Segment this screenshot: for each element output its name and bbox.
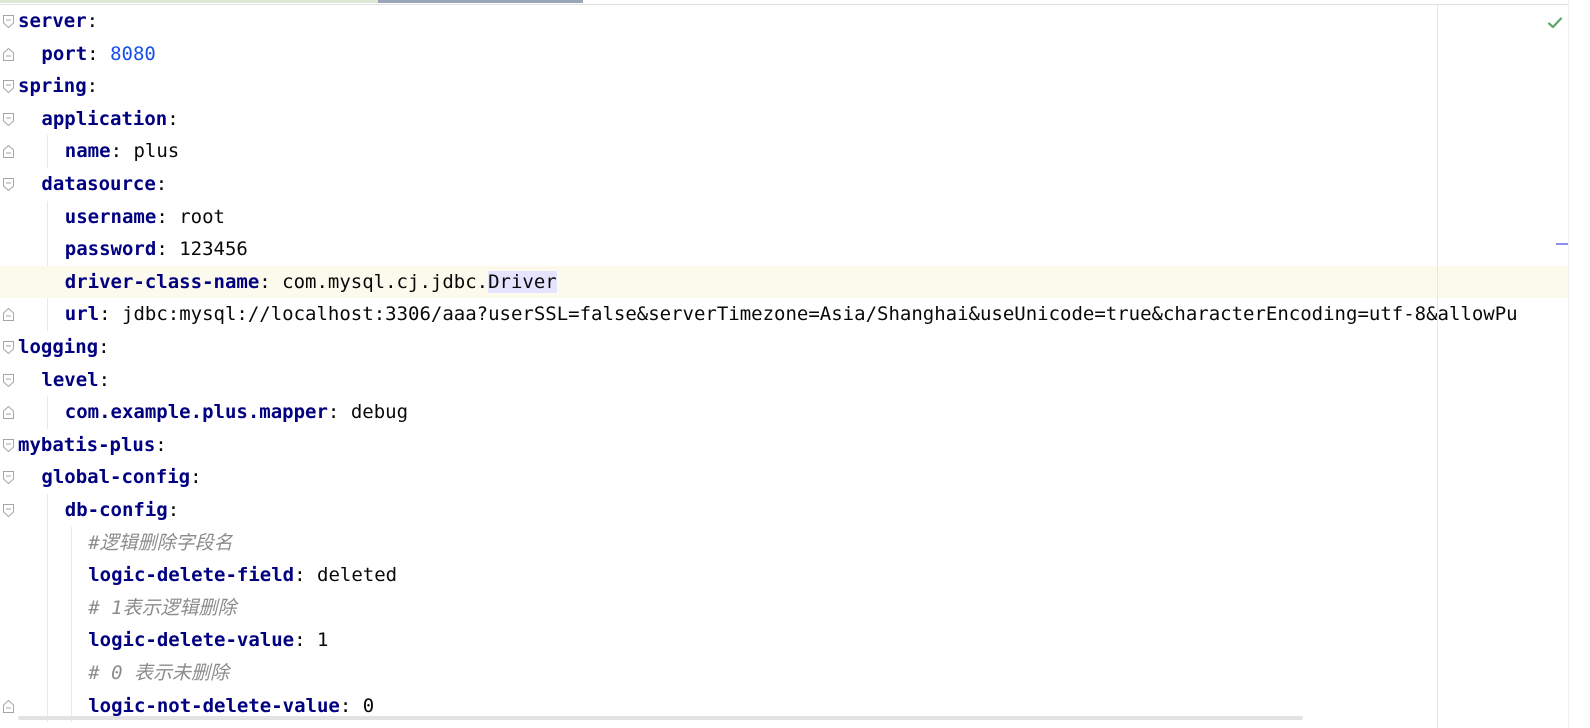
yaml-key: driver-class-name (64, 270, 260, 293)
fold-open-icon[interactable] (3, 80, 14, 94)
code-line[interactable]: global-config: (18, 461, 1568, 494)
yaml-key: application (41, 107, 168, 130)
fold-open-icon[interactable] (3, 112, 14, 126)
fold-open-icon[interactable] (3, 178, 14, 191)
yaml-key: logging (18, 336, 99, 358)
fold-open-icon[interactable] (3, 504, 14, 517)
yaml-colon: : (190, 466, 202, 489)
fold-close-icon[interactable] (3, 47, 14, 61)
code-line[interactable]: driver-class-name: com.mysql.cj.jdbc.Dri… (0, 265, 1568, 299)
yaml-comment: # 1表示逻辑删除 (88, 596, 237, 619)
comment-line[interactable]: # 1表示逻辑删除 (18, 592, 1568, 625)
yaml-value: plus (133, 140, 180, 163)
yaml-value: deleted (317, 564, 398, 587)
code-line[interactable]: db-config: (18, 494, 1568, 527)
yaml-key: server (18, 10, 87, 32)
yaml-colon: : (167, 499, 180, 521)
code-line[interactable]: logic-delete-field: deleted (18, 559, 1568, 592)
yaml-key: password (64, 238, 157, 261)
yaml-colon: : (155, 173, 168, 195)
highlighted-identifier: Driver (488, 270, 557, 293)
editor-gutter (0, 5, 18, 728)
yaml-colon: : (86, 10, 99, 32)
right-margin-guide (1437, 5, 1438, 728)
yaml-key: logic-not-delete-value (88, 694, 340, 717)
code-line[interactable]: password: 123456 (18, 233, 1568, 266)
yaml-key: username (64, 205, 157, 228)
code-line[interactable]: name: plus (18, 135, 1568, 168)
yaml-value: 0 (362, 694, 375, 717)
fold-open-icon[interactable] (3, 438, 14, 452)
fold-open-icon[interactable] (3, 471, 14, 485)
yaml-colon: : (156, 238, 168, 261)
yaml-colon: : (98, 336, 110, 358)
yaml-key: global-config (41, 466, 191, 489)
code-line[interactable]: url: jdbc:mysql://localhost:3306/aaa?use… (18, 298, 1568, 331)
yaml-key: db-config (64, 499, 168, 521)
comment-line[interactable]: #逻辑删除字段名 (18, 527, 1568, 560)
code-line[interactable]: server: (18, 5, 1568, 38)
yaml-colon: : (87, 42, 99, 65)
comment-line[interactable]: # 0 表示未删除 (18, 657, 1568, 690)
yaml-value: 1 (317, 629, 329, 652)
yaml-colon: : (327, 401, 340, 424)
code-line[interactable]: spring: (18, 70, 1568, 103)
code-line[interactable]: port: 8080 (18, 38, 1568, 71)
yaml-key: url (64, 303, 100, 326)
yaml-value: jdbc:mysql://localhost:3306/aaa?userSSL=… (122, 303, 1518, 326)
code-line[interactable]: level: (18, 364, 1568, 397)
yaml-colon: : (294, 629, 306, 652)
fold-close-icon[interactable] (3, 699, 14, 713)
yaml-comment: # 0 表示未删除 (88, 662, 229, 684)
yaml-colon: : (339, 694, 352, 717)
yaml-key: level (41, 368, 99, 391)
yaml-value: 8080 (110, 42, 156, 65)
tab-strip-active-segment (378, 0, 583, 3)
yaml-colon: : (86, 75, 99, 98)
code-editor[interactable]: server: port: 8080 spring: application: name… (0, 0, 1590, 728)
yaml-colon: : (98, 368, 111, 391)
yaml-value: 123456 (179, 238, 248, 261)
code-line[interactable]: username: root (18, 201, 1568, 234)
yaml-key: datasource (41, 173, 156, 195)
code-area[interactable]: server: port: 8080 spring: application: name… (0, 5, 1568, 728)
yaml-colon: : (110, 140, 123, 163)
code-line[interactable]: logging: (18, 331, 1568, 364)
code-line[interactable]: mybatis-plus: (18, 429, 1568, 462)
code-line[interactable]: datasource: (18, 168, 1568, 201)
yaml-key: logic-delete-value (88, 629, 295, 652)
yaml-colon: : (99, 303, 111, 326)
yaml-colon: : (156, 205, 168, 228)
yaml-key: name (64, 140, 111, 163)
fold-close-icon[interactable] (3, 308, 14, 322)
yaml-key: logic-delete-field (88, 564, 295, 587)
yaml-key: spring (18, 75, 87, 98)
fold-open-icon[interactable] (3, 373, 14, 387)
yaml-colon: : (294, 564, 306, 587)
code-line[interactable]: logic-delete-value: 1 (18, 624, 1568, 657)
yaml-colon: : (167, 107, 179, 130)
fold-open-icon[interactable] (3, 341, 14, 354)
yaml-key: port (41, 42, 88, 65)
yaml-value: com.mysql.cj.jdbc. (282, 270, 489, 293)
yaml-key: mybatis-plus (18, 433, 156, 456)
yaml-value: root (179, 205, 225, 228)
horizontal-scrollbar[interactable] (18, 716, 1303, 720)
check-icon[interactable] (1547, 15, 1563, 31)
yaml-value: debug (350, 401, 409, 424)
fold-close-icon[interactable] (3, 406, 14, 420)
error-stripe[interactable] (1568, 0, 1590, 728)
yaml-comment: #逻辑删除字段名 (88, 531, 233, 554)
code-line[interactable]: com.example.plus.mapper: debug (18, 396, 1568, 429)
yaml-colon: : (259, 270, 271, 293)
yaml-colon: : (155, 433, 167, 456)
tab-strip-segment (0, 0, 378, 3)
yaml-key: com.example.plus.mapper (64, 401, 328, 424)
code-line[interactable]: application: (18, 103, 1568, 136)
fold-close-icon[interactable] (3, 145, 14, 159)
scrollbar-marker[interactable] (1556, 243, 1568, 245)
fold-open-icon[interactable] (3, 15, 14, 28)
